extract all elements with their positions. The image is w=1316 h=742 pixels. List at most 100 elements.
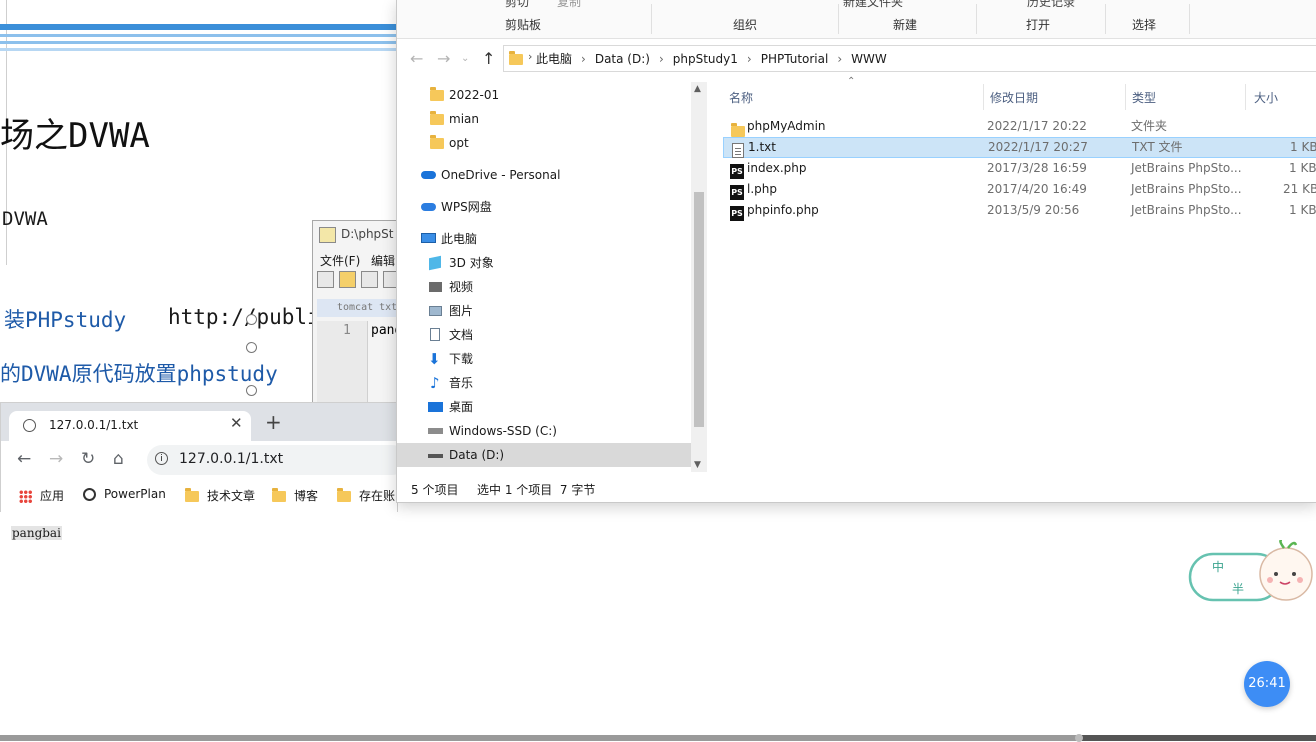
ribbon-copy[interactable]: 复制 (557, 0, 581, 10)
nav-item-downloads[interactable]: ⬇ 下载 (397, 347, 692, 371)
column-separator[interactable] (1245, 84, 1246, 110)
nav-item-label: 桌面 (449, 400, 474, 414)
chevron-right-icon: › (837, 52, 843, 66)
file-row-1-txt[interactable]: 1.txt 2022/1/17 20:27 TXT 文件 1 KB (723, 137, 1316, 158)
status-bar: 5 个项目 选中 1 个项目 7 字节 (397, 476, 1316, 502)
file-row-phpmyadmin[interactable]: phpMyAdmin 2022/1/17 20:22 文件夹 (723, 116, 1316, 137)
bookmark-label: 博客 (294, 489, 319, 503)
ribbon-new-folder[interactable]: 新建文件夹 (843, 0, 903, 10)
column-header-date[interactable]: 修改日期 (990, 89, 1038, 106)
breadcrumb-this-pc[interactable]: 此电脑 (536, 52, 572, 66)
nav-item-opt[interactable]: opt (397, 131, 692, 155)
forward-icon[interactable]: → (437, 49, 450, 68)
nav-item-desktop[interactable]: 桌面 (397, 395, 692, 419)
scroll-down-icon[interactable]: ▼ (694, 460, 701, 470)
resize-handle[interactable] (246, 314, 257, 325)
file-row-phpinfo-php[interactable]: PS phpinfo.php 2013/5/9 20:56 JetBrains … (723, 200, 1316, 221)
nav-item-documents[interactable]: 文档 (397, 323, 692, 347)
mascot-widget[interactable]: 中 半 (1188, 538, 1316, 604)
address-url[interactable]: 127.0.0.1/1.txt (179, 451, 283, 467)
close-tab-icon[interactable]: ✕ (230, 414, 243, 432)
nav-scrollbar[interactable]: ▲ ▼ (691, 82, 707, 472)
breadcrumb-phptutorial[interactable]: PHPTutorial (761, 52, 829, 66)
nav-item-this-pc[interactable]: 此电脑 (397, 227, 692, 251)
nav-item-2022-01[interactable]: 2022-01 (397, 83, 692, 107)
ribbon-separator (1189, 4, 1190, 34)
download-icon: ⬇ (428, 350, 441, 368)
breadcrumb-phpstudy1[interactable]: phpStudy1 (673, 52, 738, 66)
file-type: TXT 文件 (1132, 140, 1183, 154)
resize-handle[interactable] (246, 342, 257, 353)
nav-item-music[interactable]: ♪ 音乐 (397, 371, 692, 395)
back-icon[interactable]: ← (17, 449, 31, 469)
bookmark-label: 应用 (40, 489, 65, 503)
nav-item-onedrive[interactable]: OneDrive - Personal (397, 163, 692, 187)
file-size: 1 KB (1289, 203, 1316, 217)
bookmark-apps[interactable]: 应用 (19, 487, 64, 504)
open-folder-icon[interactable] (339, 271, 356, 288)
video-progress-bar[interactable] (0, 734, 1316, 742)
folder-icon (430, 111, 444, 125)
menu-file[interactable]: 文件(F) (320, 252, 360, 269)
home-icon[interactable]: ⌂ (113, 449, 124, 469)
folder-icon (509, 51, 523, 65)
column-separator[interactable] (1125, 84, 1126, 110)
bookmark-folder-accounts[interactable]: 存在账 (337, 487, 395, 504)
explorer-address-bar[interactable]: › 此电脑 › Data (D:) › phpStudy1 › PHPTutorial › WW… (503, 45, 1316, 72)
nav-item-3d-objects[interactable]: 3D 对象 (397, 251, 692, 275)
nav-scrollbar-thumb[interactable] (694, 192, 704, 427)
column-header-name[interactable]: 名称 (729, 89, 753, 106)
ribbon-cut[interactable]: 剪切 (505, 0, 529, 10)
nav-item-videos[interactable]: 视频 (397, 275, 692, 299)
bookmark-powerplan[interactable]: PowerPlan (83, 487, 166, 501)
file-date: 2013/5/9 20:56 (987, 203, 1080, 217)
nav-item-pictures[interactable]: 图片 (397, 299, 692, 323)
timer-badge[interactable]: 26:41 (1244, 661, 1290, 707)
breadcrumb-www[interactable]: WWW (851, 52, 887, 66)
nav-item-label: Windows-SSD (C:) (449, 424, 557, 438)
forward-icon[interactable]: → (49, 449, 63, 469)
sort-arrow-icon: ⌃ (847, 76, 856, 87)
info-icon[interactable]: i (155, 452, 168, 465)
new-tab-button[interactable]: + (265, 412, 282, 432)
chevron-right-icon: › (658, 52, 664, 66)
up-icon[interactable]: ↑ (482, 49, 495, 68)
file-row-index-php[interactable]: PS index.php 2017/3/28 16:59 JetBrains P… (723, 158, 1316, 179)
back-icon[interactable]: ← (410, 49, 423, 68)
browser-tab[interactable]: 127.0.0.1/1.txt ✕ (9, 411, 251, 441)
cloud-icon (421, 203, 436, 211)
file-row-l-php[interactable]: PS l.php 2017/4/20 16:49 JetBrains PhpSt… (723, 179, 1316, 200)
save-icon[interactable] (361, 271, 378, 288)
line-number: 1 (343, 323, 351, 338)
phpstorm-icon: PS (730, 206, 744, 221)
ribbon-group-clipboard: 剪贴板 (505, 18, 542, 32)
nav-item-wps-drive[interactable]: WPS网盘 (397, 195, 692, 219)
nav-item-label: OneDrive - Personal (441, 168, 561, 182)
music-icon: ♪ (430, 374, 440, 392)
address-bar[interactable]: i 127.0.0.1/1.txt (147, 445, 407, 475)
menu-edit[interactable]: 编辑 (371, 252, 395, 269)
resize-handle[interactable] (246, 385, 257, 396)
bookmark-folder-articles[interactable]: 技术文章 (185, 487, 255, 504)
nav-item-mian[interactable]: mian (397, 107, 692, 131)
new-file-icon[interactable] (317, 271, 334, 288)
nav-item-label: 文档 (449, 328, 474, 342)
ribbon-history[interactable]: 历史记录 (1027, 0, 1075, 10)
nav-item-drive-d[interactable]: Data (D:) (397, 443, 692, 467)
nav-item-drive-c[interactable]: Windows-SSD (C:) (397, 419, 692, 443)
breadcrumb: 此电脑 › Data (D:) › phpStudy1 › PHPTutorial › WWW (536, 50, 887, 67)
globe-icon (23, 419, 36, 432)
bookmark-folder-blog[interactable]: 博客 (272, 487, 318, 504)
page-text[interactable]: pangbai (11, 526, 62, 540)
nav-item-label: 此电脑 (441, 232, 478, 246)
folder-icon (337, 488, 351, 502)
column-header-type[interactable]: 类型 (1132, 89, 1156, 106)
recent-locations-icon[interactable]: ⌄ (461, 53, 469, 64)
scroll-up-icon[interactable]: ▲ (694, 84, 701, 94)
reload-icon[interactable]: ↻ (81, 449, 95, 469)
breadcrumb-data-drive[interactable]: Data (D:) (595, 52, 650, 66)
column-header-size[interactable]: 大小 (1254, 89, 1278, 106)
column-separator[interactable] (983, 84, 984, 110)
nav-item-label: Data (D:) (449, 448, 505, 462)
nav-item-label: 下载 (449, 352, 474, 366)
